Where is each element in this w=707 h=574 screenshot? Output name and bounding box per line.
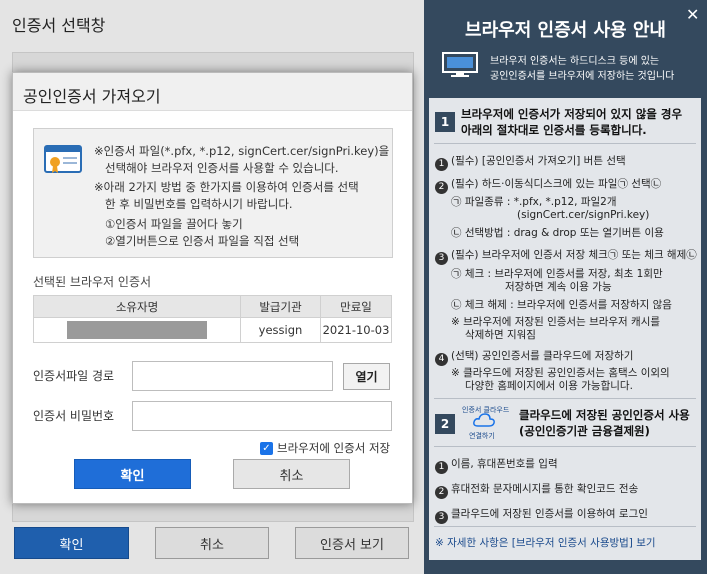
method-drag-drop: ①인증서 파일을 끌어다 놓기: [105, 217, 243, 231]
guide-item-3-text: (필수) 브라우저에 인증서 저장 체크㉠ 또는 체크 해제㉡: [451, 249, 697, 261]
step-2-title-line2: (공인인증기관 금융결제원): [519, 424, 650, 438]
guide-item-1-text: (필수) [공인인증서 가져오기] 버튼 선택: [451, 155, 626, 167]
step-2-badge: 2: [435, 414, 455, 434]
guide-title: 브라우저 인증서 사용 안내: [465, 20, 666, 41]
guide-item-2-text: (필수) 하드·이동식디스크에 있는 파일㉠ 선택㉡: [451, 178, 662, 190]
method-open-button: ②열기버튼으로 인증서 파일을 직접 선택: [105, 234, 300, 248]
col-expiry: 만료일: [320, 295, 392, 318]
selected-cert-label: 선택된 브라우저 인증서: [33, 275, 152, 289]
cloud-step-2-text: 휴대전화 문자메시지를 통한 확인코드 전송: [451, 483, 639, 495]
guide-content: 1 브라우저에 인증서가 저장되어 있지 않을 경우 아래의 절차대로 인증서를…: [429, 98, 701, 560]
divider: [434, 526, 696, 527]
divider: [434, 446, 696, 447]
guide-uncheck: ㉡ 체크 해제 : 브라우저에 인증서를 저장하지 않음: [451, 299, 672, 311]
cloud-icon: [473, 413, 495, 427]
expiry-cell: 2021-10-03: [320, 317, 392, 343]
monitor-icon: [442, 52, 478, 77]
instructions-box: ※인증서 파일(*.pfx, *.p12, signCert.cer/signP…: [33, 128, 393, 258]
cloud-step-2: 2 휴대전화 문자메시지를 통한 확인코드 전송: [435, 483, 638, 499]
save-in-browser-checkbox[interactable]: ✓: [260, 442, 273, 455]
guide-file-types-cont: (signCert.cer/signPri.key): [517, 209, 650, 221]
import-certificate-dialog: 공인인증서 가져오기 ※인증서 파일(*.pfx, *.p12, signCer…: [12, 72, 413, 504]
col-owner: 소유자명: [33, 295, 241, 318]
guide-check-cont: 저장하면 계속 이용 가능: [505, 281, 612, 293]
guide-item-4: 4 (선택) 공인인증서를 클라우드에 저장하기: [435, 350, 633, 366]
confirm-button[interactable]: 확인: [74, 459, 191, 489]
guide-cloud-note-cont: 다양한 홈페이지에서 이용 가능합니다.: [465, 380, 633, 392]
guide-help-link[interactable]: ※ 자세한 사항은 [브라우저 인증서 사용방법] 보기: [435, 537, 656, 550]
selected-cert-table: 소유자명 발급기관 만료일 yessign 2021-10-03: [33, 295, 392, 343]
guide-subtitle: 브라우저 인증서는 하드디스크 등에 있는 공인인증서를 브라우저에 저장하는 …: [490, 54, 674, 84]
col-issuer: 발급기관: [240, 295, 321, 318]
guide-panel: 브라우저 인증서 사용 안내 ✕ 브라우저 인증서는 하드디스크 등에 있는 공…: [424, 0, 707, 574]
guide-item-4-text: (선택) 공인인증서를 클라우드에 저장하기: [451, 350, 634, 362]
file-path-input[interactable]: [132, 361, 333, 391]
guide-item-1: 1 (필수) [공인인증서 가져오기] 버튼 선택: [435, 155, 626, 171]
view-certificate-button[interactable]: 인증서 보기: [295, 527, 409, 559]
guide-check: ㉠ 체크 : 브라우저에 인증서를 저장, 최초 1회만: [451, 268, 663, 280]
owner-redacted: [67, 321, 207, 339]
note-methods: ※아래 2가지 방법 중 한가지를 이용하여 인증서를 선택: [94, 180, 359, 194]
cloud-step-3-text: 클라우드에 저장된 인증서를 이용하여 로그인: [451, 508, 648, 520]
table-row[interactable]: yessign 2021-10-03: [33, 317, 392, 343]
window-title: 인증서 선택창: [12, 16, 106, 35]
outer-cancel-button[interactable]: 취소: [155, 527, 269, 559]
close-icon[interactable]: ✕: [686, 5, 699, 24]
guide-item-2: 2 (필수) 하드·이동식디스크에 있는 파일㉠ 선택㉡: [435, 178, 661, 194]
divider: [434, 143, 696, 144]
step-1-title-line1: 브라우저에 인증서가 저장되어 있지 않을 경우: [461, 107, 683, 121]
note-methods-cont: 한 후 비밀번호를 입력하시기 바랍니다.: [105, 197, 293, 211]
outer-ok-button[interactable]: 확인: [14, 527, 129, 559]
issuer-cell: yessign: [240, 317, 321, 343]
guide-file-types: ㉠ 파일종류 : *.pfx, *.p12, 파일2개: [451, 196, 617, 208]
note-file-types-cont: 선택해야 브라우저 인증서를 사용할 수 있습니다.: [105, 161, 339, 175]
cloud-step-3: 3 클라우드에 저장된 인증서를 이용하여 로그인: [435, 508, 648, 524]
dialog-title: 공인인증서 가져오기: [23, 87, 161, 106]
cloud-step-1: 1 이름, 휴대폰번호를 입력: [435, 458, 558, 474]
dialog-header: 공인인증서 가져오기: [13, 73, 412, 111]
guide-select-method: ㉡ 선택방법 : drag & drop 또는 열기버튼 이용: [451, 227, 664, 239]
file-path-label: 인증서파일 경로: [33, 369, 115, 383]
guide-cache-note-cont: 삭제하면 지워짐: [465, 329, 536, 341]
note-file-types: ※인증서 파일(*.pfx, *.p12, signCert.cer/signP…: [94, 144, 390, 158]
step-1-badge: 1: [435, 112, 455, 132]
cloud-connect-label: 연결하기: [469, 432, 495, 440]
guide-subtitle-line2: 공인인증서를 브라우저에 저장하는 것입니다: [490, 71, 675, 82]
step-2-title-line1: 클라우드에 저장된 공인인증서 사용: [519, 408, 690, 422]
divider: [434, 398, 696, 399]
cancel-button[interactable]: 취소: [233, 459, 350, 489]
guide-subtitle-line1: 브라우저 인증서는 하드디스크 등에 있는: [490, 56, 660, 67]
cloud-step-1-text: 이름, 휴대폰번호를 입력: [451, 458, 558, 470]
certificate-icon: [44, 145, 82, 173]
guide-item-3: 3 (필수) 브라우저에 인증서 저장 체크㉠ 또는 체크 해제㉡: [435, 249, 697, 265]
step-1-title-line2: 아래의 절차대로 인증서를 등록합니다.: [461, 123, 647, 137]
owner-cell: [33, 317, 241, 343]
password-input[interactable]: [132, 401, 392, 431]
password-label: 인증서 비밀번호: [33, 409, 115, 423]
open-file-button[interactable]: 열기: [343, 363, 390, 390]
guide-cache-note: ※ 브라우저에 저장된 인증서는 브라우저 캐시를: [451, 316, 661, 328]
guide-cloud-note: ※ 클라우드에 저장된 공인인증서는 홈택스 이외의: [451, 367, 670, 379]
save-in-browser-label: 브라우저에 인증서 저장: [277, 441, 391, 455]
